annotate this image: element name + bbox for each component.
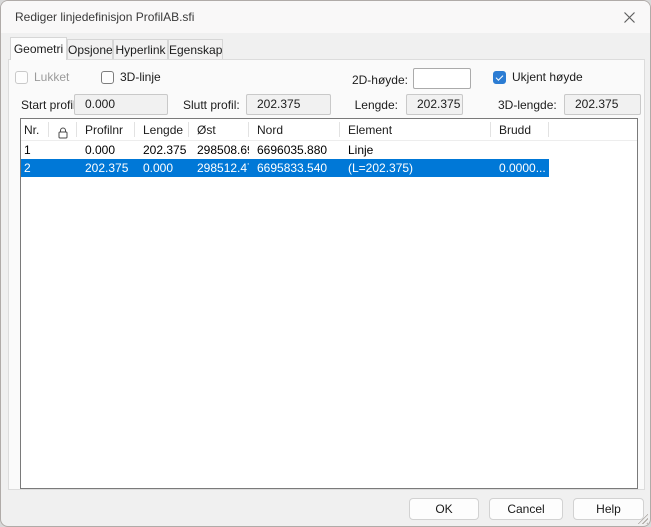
column-header-nr[interactable]: Nr.: [21, 119, 49, 141]
tab-hyperlink[interactable]: Hyperlink: [113, 39, 168, 60]
slutt-profil-label: Slutt profil:: [183, 98, 240, 112]
window-title: Rediger linjedefinisjon ProfilAB.sfi: [15, 10, 194, 24]
start-profil-field: 0.000: [74, 94, 168, 115]
ok-button[interactable]: OK: [409, 498, 479, 520]
tab-geometri[interactable]: Geometri: [10, 37, 67, 60]
geometry-table: Nr. Profilnr Lengde Øst Nord Element Bru…: [20, 118, 638, 489]
table-header-row: Nr. Profilnr Lengde Øst Nord Element Bru…: [21, 119, 637, 141]
column-header-ost[interactable]: Øst: [189, 119, 249, 141]
lengde-label: Lengde:: [351, 98, 398, 112]
cell-nord: 6695833.540: [249, 159, 340, 177]
column-header-brudd[interactable]: Brudd: [491, 119, 549, 141]
3d-linje-checkbox-label: 3D-linje: [120, 70, 161, 84]
check-icon: [496, 73, 504, 81]
cell-element: Linje: [340, 141, 491, 159]
checkbox-box: [15, 71, 28, 84]
edit-line-definition-dialog: Rediger linjedefinisjon ProfilAB.sfi Geo…: [0, 0, 651, 527]
tab-egenskap[interactable]: Egenskap: [168, 39, 223, 60]
column-header-profilnr[interactable]: Profilnr: [77, 119, 135, 141]
cell-brudd: 0.0000...: [491, 159, 549, 177]
3d-lengde-label: 3D-lengde:: [498, 98, 557, 112]
slutt-profil-field: 202.375: [246, 94, 331, 115]
close-button[interactable]: [618, 6, 640, 28]
column-header-element[interactable]: Element: [340, 119, 491, 141]
cell-lock: [49, 141, 77, 159]
tab-opsjoner[interactable]: Opsjoner: [67, 39, 113, 60]
column-header-lock[interactable]: [49, 119, 77, 141]
cell-nr: 1: [21, 141, 49, 159]
cell-nr: 2: [21, 159, 49, 177]
column-header-nord[interactable]: Nord: [249, 119, 340, 141]
help-button[interactable]: Help: [573, 498, 644, 520]
cancel-button[interactable]: Cancel: [489, 498, 563, 520]
column-header-lengde[interactable]: Lengde: [135, 119, 189, 141]
3d-lengde-field: 202.375: [564, 94, 641, 115]
cell-ost: 298512.470: [189, 159, 249, 177]
cell-profilnr: 0.000: [77, 141, 135, 159]
checkbox-box: [493, 71, 506, 84]
cell-ost: 298508.690: [189, 141, 249, 159]
3d-linje-checkbox[interactable]: 3D-linje: [101, 70, 161, 84]
cell-nord: 6696035.880: [249, 141, 340, 159]
ukjent-hoyde-checkbox[interactable]: Ukjent høyde: [493, 70, 583, 84]
table-row-2[interactable]: 2 202.375 0.000 298512.470 6695833.540 (…: [21, 159, 549, 177]
ukjent-hoyde-checkbox-label: Ukjent høyde: [512, 70, 583, 84]
cell-element: (L=202.375): [340, 159, 491, 177]
close-icon: [623, 11, 636, 24]
2d-hoyde-label: 2D-høyde:: [349, 73, 408, 87]
table-row-1[interactable]: 1 0.000 202.375 298508.690 6696035.880 L…: [21, 141, 549, 159]
cell-lengde: 0.000: [135, 159, 189, 177]
2d-hoyde-input[interactable]: [413, 68, 471, 89]
lukket-checkbox[interactable]: Lukket: [15, 70, 69, 84]
checkbox-box: [101, 71, 114, 84]
lukket-checkbox-label: Lukket: [34, 70, 69, 84]
start-profil-label: Start profil:: [21, 98, 79, 112]
cell-lock: [49, 159, 77, 177]
cell-brudd: [491, 141, 549, 159]
lengde-field: 202.375: [406, 94, 463, 115]
titlebar[interactable]: Rediger linjedefinisjon ProfilAB.sfi: [1, 1, 650, 33]
lock-icon: [58, 119, 68, 141]
cell-lengde: 202.375: [135, 141, 189, 159]
cell-profilnr: 202.375: [77, 159, 135, 177]
